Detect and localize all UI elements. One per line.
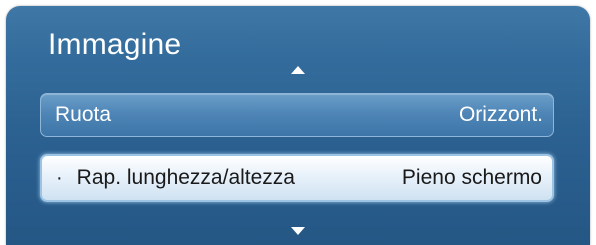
selected-bullet-icon: · [56,166,63,189]
menu-item-aspect-ratio[interactable]: · Rap. lunghezza/altezza Pieno schermo [40,154,554,202]
scroll-down-icon[interactable] [291,227,305,235]
menu-item-value: Orizzont. [458,103,543,126]
menu-item-label-wrap: · Rap. lunghezza/altezza [56,166,295,190]
menu-item-ruota[interactable]: Ruota Orizzont. [40,93,554,137]
menu-item-value: Pieno schermo [401,166,542,189]
menu-title: Immagine [48,28,182,61]
menu-item-label: Rap. lunghezza/altezza [76,166,295,189]
scroll-up-icon[interactable] [291,66,305,74]
picture-menu-panel: Immagine Ruota Orizzont. · Rap. lunghezz… [6,6,590,245]
menu-item-label: Ruota [55,103,112,126]
